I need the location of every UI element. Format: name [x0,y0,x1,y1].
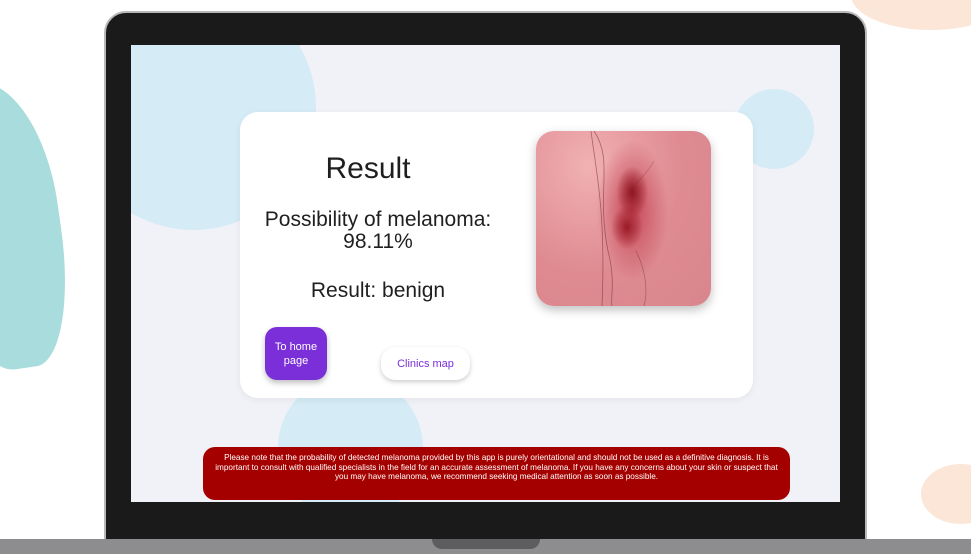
decorative-blob [921,464,971,524]
clinics-map-button-label: Clinics map [397,357,454,370]
skin-hair-strands [590,131,655,306]
laptop-notch [432,539,540,549]
result-card: Result Possibility of melanoma: 98.11% R… [240,112,753,398]
skin-lesion-image [536,131,711,306]
clinics-map-button[interactable]: Clinics map [381,347,470,380]
decorative-blob [0,73,80,377]
home-page-button-label: To home page [274,340,318,367]
decorative-blob [851,0,971,30]
app-screen: Result Possibility of melanoma: 98.11% R… [131,45,840,502]
medical-disclaimer: Please note that the probability of dete… [203,447,790,500]
diagnosis-result: Result: benign [310,279,446,302]
result-title: Result [325,152,411,185]
melanoma-probability: Possibility of melanoma: 98.11% [264,208,492,253]
disclaimer-text: Please note that the probability of dete… [215,453,778,482]
mockup-stage: Result Possibility of melanoma: 98.11% R… [0,0,971,554]
home-page-button[interactable]: To home page [265,327,327,380]
